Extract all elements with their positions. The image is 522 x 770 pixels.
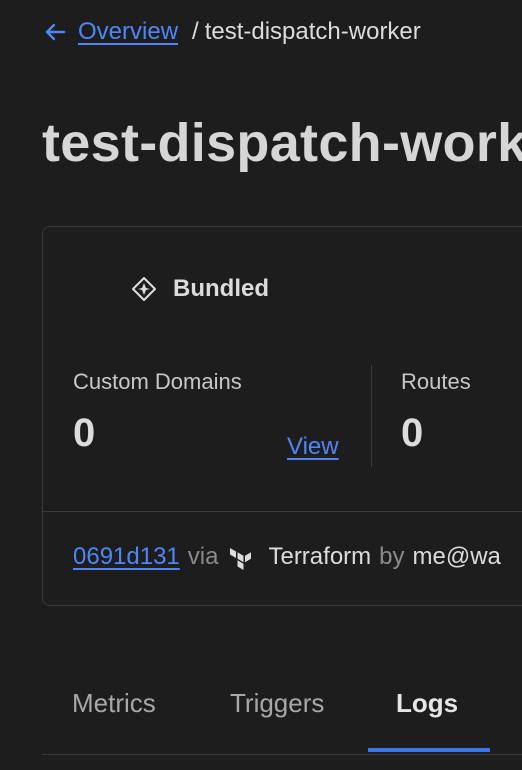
breadcrumb-overview-link[interactable]: Overview	[78, 18, 178, 46]
usage-model-label: Bundled	[173, 275, 269, 302]
stat-divider	[371, 365, 372, 467]
via-text: via	[187, 543, 219, 570]
page-title: test-dispatch-worker	[42, 113, 522, 173]
routes-label: Routes	[401, 369, 471, 394]
tab-logs[interactable]: Logs	[396, 688, 458, 719]
breadcrumb: Overview / test-dispatch-worker	[42, 18, 421, 46]
card-divider	[43, 511, 522, 512]
arrow-left-icon[interactable]	[42, 19, 68, 45]
commit-hash-link[interactable]: 0691d131	[73, 543, 180, 571]
tab-metrics[interactable]: Metrics	[72, 688, 156, 719]
view-custom-domains-link[interactable]: View	[287, 433, 339, 461]
custom-domains-count: 0	[73, 411, 96, 455]
worker-summary-card: Bundled Custom Domains 0 View Routes 0 0…	[42, 226, 522, 606]
usage-model-badge: Bundled	[131, 275, 269, 303]
bundled-diamond-icon	[131, 276, 157, 302]
custom-domains-stat: Custom Domains 0	[73, 369, 242, 456]
worker-tabs: Metrics Triggers Logs	[42, 688, 522, 755]
deploy-tool-name: Terraform	[268, 543, 372, 570]
active-tab-indicator	[368, 748, 490, 752]
breadcrumb-current: test-dispatch-worker	[204, 18, 421, 45]
by-text: by	[379, 543, 405, 570]
routes-stat: Routes 0	[401, 369, 471, 456]
worker-detail-page: Overview / test-dispatch-worker test-dis…	[0, 0, 522, 770]
routes-count: 0	[401, 411, 424, 455]
breadcrumb-separator: /	[192, 18, 199, 45]
deploy-author: me@wa	[412, 543, 501, 570]
tab-triggers[interactable]: Triggers	[230, 688, 324, 719]
latest-deployment: 0691d131 via Terraform by me@wa	[73, 543, 501, 571]
custom-domains-label: Custom Domains	[73, 369, 242, 394]
terraform-icon	[228, 544, 254, 570]
